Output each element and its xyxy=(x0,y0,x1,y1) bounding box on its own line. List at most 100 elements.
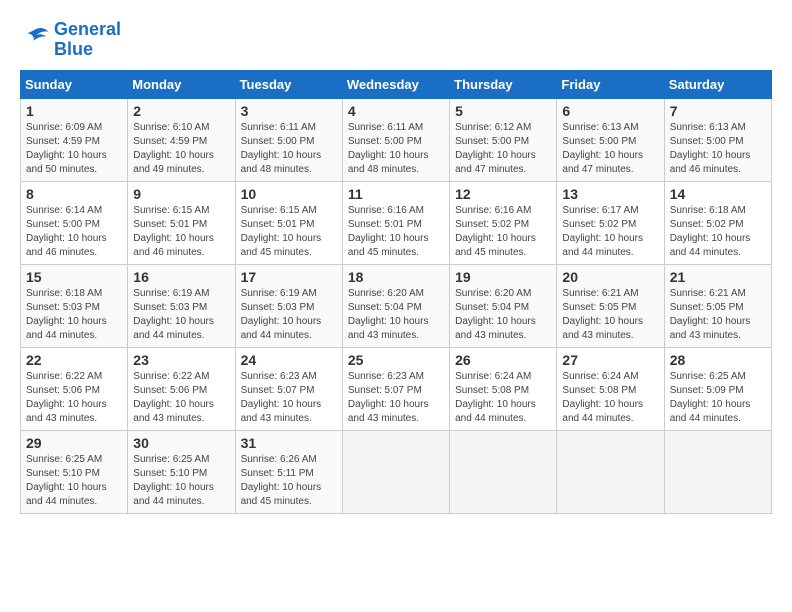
calendar-day-cell: 11 Sunrise: 6:16 AM Sunset: 5:01 PM Dayli… xyxy=(342,181,449,264)
day-info: Sunrise: 6:23 AM Sunset: 5:07 PM Dayligh… xyxy=(241,370,337,426)
day-number: 25 xyxy=(348,352,444,368)
calendar-day-cell: 31 Sunrise: 6:26 AM Sunset: 5:11 PM Dayli… xyxy=(235,430,342,513)
day-of-week-header: Tuesday xyxy=(235,70,342,98)
day-info: Sunrise: 6:24 AM Sunset: 5:08 PM Dayligh… xyxy=(562,370,658,426)
day-number: 30 xyxy=(133,435,229,451)
day-info: Sunrise: 6:20 AM Sunset: 5:04 PM Dayligh… xyxy=(348,287,444,343)
day-number: 13 xyxy=(562,186,658,202)
calendar-header-row: SundayMondayTuesdayWednesdayThursdayFrid… xyxy=(21,70,772,98)
day-number: 20 xyxy=(562,269,658,285)
calendar-day-cell: 4Sunrise: 6:11 AM Sunset: 5:00 PM Daylig… xyxy=(342,98,449,181)
day-number: 17 xyxy=(241,269,337,285)
day-number: 7 xyxy=(670,103,766,119)
day-info: Sunrise: 6:10 AM Sunset: 4:59 PM Dayligh… xyxy=(133,121,229,177)
calendar-day-cell: 6 Sunrise: 6:13 AM Sunset: 5:00 PM Daylig… xyxy=(557,98,664,181)
logo-text-line1: General xyxy=(54,20,121,40)
day-info: Sunrise: 6:21 AM Sunset: 5:05 PM Dayligh… xyxy=(562,287,658,343)
day-info: Sunrise: 6:16 AM Sunset: 5:01 PM Dayligh… xyxy=(348,204,444,260)
calendar-day-cell: 17 Sunrise: 6:19 AM Sunset: 5:03 PM Dayli… xyxy=(235,264,342,347)
day-number: 11 xyxy=(348,186,444,202)
calendar-day-cell xyxy=(664,430,771,513)
day-of-week-header: Monday xyxy=(128,70,235,98)
day-number: 19 xyxy=(455,269,551,285)
logo-text-line2: Blue xyxy=(54,40,121,60)
day-info: Sunrise: 6:22 AM Sunset: 5:06 PM Dayligh… xyxy=(26,370,122,426)
day-info: Sunrise: 6:14 AM Sunset: 5:00 PM Dayligh… xyxy=(26,204,122,260)
logo: General Blue xyxy=(20,20,121,60)
day-info: Sunrise: 6:12 AM Sunset: 5:00 PM Dayligh… xyxy=(455,121,551,177)
calendar-day-cell: 21 Sunrise: 6:21 AM Sunset: 5:05 PM Dayli… xyxy=(664,264,771,347)
calendar-day-cell xyxy=(342,430,449,513)
calendar-day-cell: 28 Sunrise: 6:25 AM Sunset: 5:09 PM Dayli… xyxy=(664,347,771,430)
calendar-day-cell: 24Sunrise: 6:23 AM Sunset: 5:07 PM Dayli… xyxy=(235,347,342,430)
calendar-day-cell: 23 Sunrise: 6:22 AM Sunset: 5:06 PM Dayli… xyxy=(128,347,235,430)
calendar-day-cell: 19 Sunrise: 6:20 AM Sunset: 5:04 PM Dayli… xyxy=(450,264,557,347)
calendar-day-cell: 12 Sunrise: 6:16 AM Sunset: 5:02 PM Dayli… xyxy=(450,181,557,264)
day-info: Sunrise: 6:25 AM Sunset: 5:09 PM Dayligh… xyxy=(670,370,766,426)
day-number: 9 xyxy=(133,186,229,202)
calendar-day-cell: 30 Sunrise: 6:25 AM Sunset: 5:10 PM Dayli… xyxy=(128,430,235,513)
day-info: Sunrise: 6:25 AM Sunset: 5:10 PM Dayligh… xyxy=(26,453,122,509)
day-info: Sunrise: 6:09 AM Sunset: 4:59 PM Dayligh… xyxy=(26,121,122,177)
page-header: General Blue xyxy=(20,20,772,60)
day-number: 28 xyxy=(670,352,766,368)
day-info: Sunrise: 6:20 AM Sunset: 5:04 PM Dayligh… xyxy=(455,287,551,343)
day-number: 10 xyxy=(241,186,337,202)
day-number: 29 xyxy=(26,435,122,451)
calendar-day-cell: 16Sunrise: 6:19 AM Sunset: 5:03 PM Dayli… xyxy=(128,264,235,347)
day-number: 15 xyxy=(26,269,122,285)
calendar-day-cell: 7 Sunrise: 6:13 AM Sunset: 5:00 PM Daylig… xyxy=(664,98,771,181)
calendar-day-cell: 13 Sunrise: 6:17 AM Sunset: 5:02 PM Dayli… xyxy=(557,181,664,264)
day-number: 14 xyxy=(670,186,766,202)
calendar-day-cell: 20 Sunrise: 6:21 AM Sunset: 5:05 PM Dayli… xyxy=(557,264,664,347)
day-number: 23 xyxy=(133,352,229,368)
day-info: Sunrise: 6:22 AM Sunset: 5:06 PM Dayligh… xyxy=(133,370,229,426)
day-number: 31 xyxy=(241,435,337,451)
day-number: 26 xyxy=(455,352,551,368)
day-number: 12 xyxy=(455,186,551,202)
day-info: Sunrise: 6:15 AM Sunset: 5:01 PM Dayligh… xyxy=(133,204,229,260)
calendar-day-cell: 18 Sunrise: 6:20 AM Sunset: 5:04 PM Dayli… xyxy=(342,264,449,347)
day-info: Sunrise: 6:16 AM Sunset: 5:02 PM Dayligh… xyxy=(455,204,551,260)
day-info: Sunrise: 6:18 AM Sunset: 5:02 PM Dayligh… xyxy=(670,204,766,260)
calendar-week-row: 1 Sunrise: 6:09 AM Sunset: 4:59 PM Daylig… xyxy=(21,98,772,181)
day-info: Sunrise: 6:25 AM Sunset: 5:10 PM Dayligh… xyxy=(133,453,229,509)
calendar-day-cell: 3 Sunrise: 6:11 AM Sunset: 5:00 PM Daylig… xyxy=(235,98,342,181)
day-of-week-header: Sunday xyxy=(21,70,128,98)
day-info: Sunrise: 6:17 AM Sunset: 5:02 PM Dayligh… xyxy=(562,204,658,260)
logo-bird-icon xyxy=(20,25,50,49)
day-of-week-header: Thursday xyxy=(450,70,557,98)
day-of-week-header: Friday xyxy=(557,70,664,98)
day-number: 6 xyxy=(562,103,658,119)
day-info: Sunrise: 6:13 AM Sunset: 5:00 PM Dayligh… xyxy=(562,121,658,177)
day-info: Sunrise: 6:26 AM Sunset: 5:11 PM Dayligh… xyxy=(241,453,337,509)
calendar-week-row: 8 Sunrise: 6:14 AM Sunset: 5:00 PM Daylig… xyxy=(21,181,772,264)
day-number: 22 xyxy=(26,352,122,368)
day-of-week-header: Saturday xyxy=(664,70,771,98)
day-number: 18 xyxy=(348,269,444,285)
calendar-day-cell xyxy=(450,430,557,513)
calendar-week-row: 15 Sunrise: 6:18 AM Sunset: 5:03 PM Dayli… xyxy=(21,264,772,347)
calendar-day-cell: 1 Sunrise: 6:09 AM Sunset: 4:59 PM Daylig… xyxy=(21,98,128,181)
day-info: Sunrise: 6:19 AM Sunset: 5:03 PM Dayligh… xyxy=(133,287,229,343)
day-info: Sunrise: 6:19 AM Sunset: 5:03 PM Dayligh… xyxy=(241,287,337,343)
day-number: 1 xyxy=(26,103,122,119)
day-number: 21 xyxy=(670,269,766,285)
calendar-day-cell: 27 Sunrise: 6:24 AM Sunset: 5:08 PM Dayli… xyxy=(557,347,664,430)
day-info: Sunrise: 6:13 AM Sunset: 5:00 PM Dayligh… xyxy=(670,121,766,177)
day-number: 27 xyxy=(562,352,658,368)
day-info: Sunrise: 6:21 AM Sunset: 5:05 PM Dayligh… xyxy=(670,287,766,343)
calendar-day-cell: 25 Sunrise: 6:23 AM Sunset: 5:07 PM Dayli… xyxy=(342,347,449,430)
day-of-week-header: Wednesday xyxy=(342,70,449,98)
calendar-day-cell xyxy=(557,430,664,513)
calendar-day-cell: 14 Sunrise: 6:18 AM Sunset: 5:02 PM Dayli… xyxy=(664,181,771,264)
day-info: Sunrise: 6:11 AM Sunset: 5:00 PM Dayligh… xyxy=(241,121,337,177)
day-info: Sunrise: 6:23 AM Sunset: 5:07 PM Dayligh… xyxy=(348,370,444,426)
day-number: 3 xyxy=(241,103,337,119)
day-info: Sunrise: 6:11 AM Sunset: 5:00 PM Dayligh… xyxy=(348,121,444,177)
calendar-table: SundayMondayTuesdayWednesdayThursdayFrid… xyxy=(20,70,772,514)
day-info: Sunrise: 6:18 AM Sunset: 5:03 PM Dayligh… xyxy=(26,287,122,343)
day-number: 2 xyxy=(133,103,229,119)
calendar-week-row: 29 Sunrise: 6:25 AM Sunset: 5:10 PM Dayli… xyxy=(21,430,772,513)
day-number: 8 xyxy=(26,186,122,202)
